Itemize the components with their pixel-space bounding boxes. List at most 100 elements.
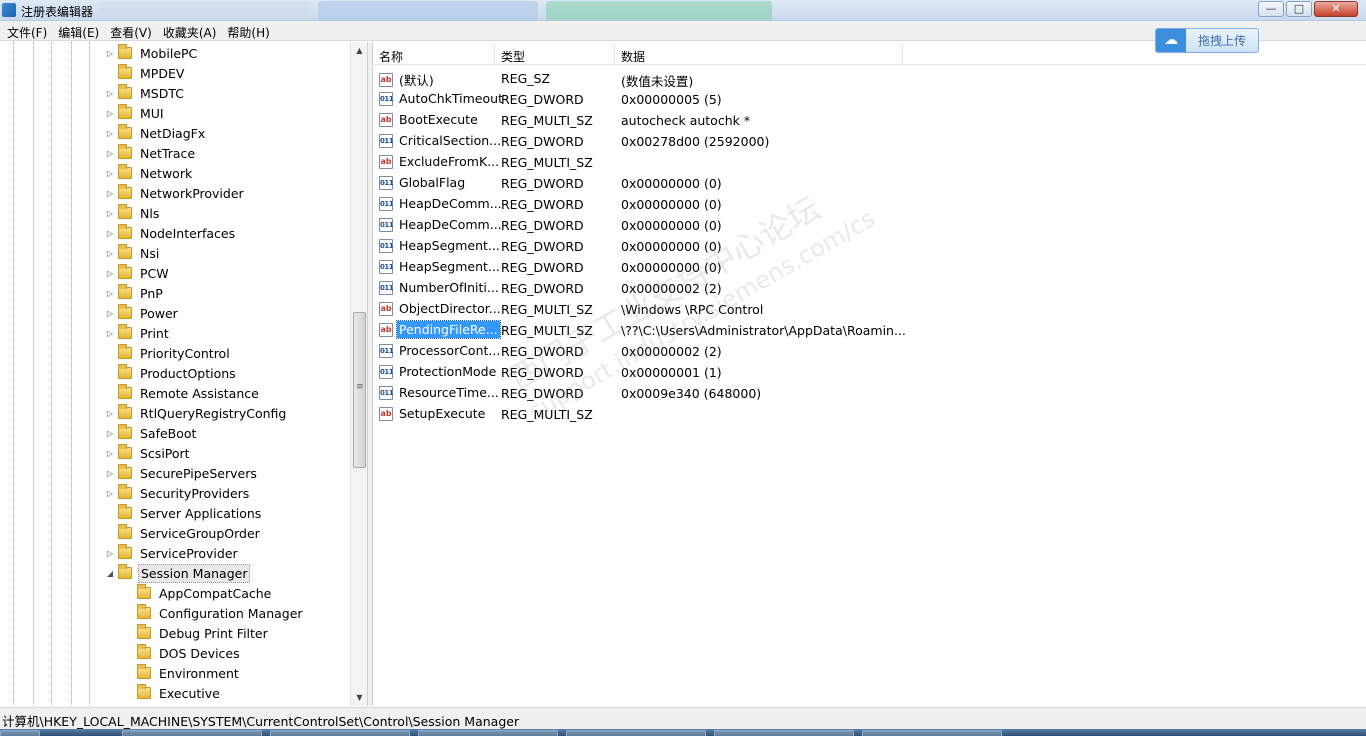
- value-row[interactable]: 011 CriticalSection... REG_DWORD 0x00278d00…: [373, 130, 1366, 151]
- tree-node[interactable]: ▷ PnP: [104, 283, 165, 303]
- tree-node-label: RtlQueryRegistryConfig: [140, 405, 287, 421]
- taskbar-item[interactable]: [418, 730, 558, 736]
- expand-arrow-icon[interactable]: ▷: [104, 489, 116, 498]
- menu-view[interactable]: 查看(V): [105, 21, 158, 40]
- taskbar-item[interactable]: [122, 730, 262, 736]
- start-button[interactable]: [0, 730, 40, 736]
- value-row[interactable]: 011 HeapSegment... REG_DWORD 0x00000000 (0): [373, 256, 1366, 277]
- expand-arrow-icon[interactable]: ▷: [104, 289, 116, 298]
- menu-file[interactable]: 文件(F): [2, 21, 53, 40]
- expand-arrow-icon[interactable]: ▷: [104, 249, 116, 258]
- value-name: CriticalSection...: [399, 133, 502, 148]
- drag-upload-button[interactable]: ☁ 拖拽上传: [1155, 28, 1259, 53]
- tree-node[interactable]: ◢ Session Manager: [104, 563, 251, 583]
- close-button[interactable]: ✕: [1314, 1, 1358, 17]
- tree-node[interactable]: Remote Assistance: [104, 383, 261, 403]
- tree-node[interactable]: Debug Print Filter: [123, 623, 270, 643]
- expand-arrow-icon[interactable]: ▷: [104, 229, 116, 238]
- tree-node[interactable]: ▷ RtlQueryRegistryConfig: [104, 403, 288, 423]
- column-type-header[interactable]: 类型: [495, 43, 615, 65]
- tree-node[interactable]: ▷ NetTrace: [104, 143, 197, 163]
- tree-node[interactable]: ▷ PCW: [104, 263, 171, 283]
- tree-node[interactable]: ▷ SafeBoot: [104, 423, 198, 443]
- tree-node[interactable]: ServiceGroupOrder: [104, 523, 262, 543]
- expand-arrow-icon[interactable]: ▷: [104, 429, 116, 438]
- maximize-button[interactable]: □: [1286, 1, 1312, 17]
- tree-node[interactable]: ▷ SecurePipeServers: [104, 463, 259, 483]
- value-row[interactable]: ab ExcludeFromK... REG_MULTI_SZ: [373, 151, 1366, 172]
- tree-node[interactable]: ProductOptions: [104, 363, 238, 383]
- expand-arrow-icon[interactable]: ▷: [104, 169, 116, 178]
- scroll-thumb[interactable]: ≡: [353, 312, 366, 468]
- value-row[interactable]: ab (默认) REG_SZ (数值未设置): [373, 67, 1366, 89]
- tree-node[interactable]: ▷ NodeInterfaces: [104, 223, 237, 243]
- tree-node[interactable]: ▷ Nls: [104, 203, 161, 223]
- collapse-arrow-icon[interactable]: ◢: [104, 569, 116, 578]
- minimize-icon: —: [1265, 2, 1277, 15]
- tree-node[interactable]: MPDEV: [104, 63, 186, 83]
- expand-arrow-icon[interactable]: ▷: [104, 269, 116, 278]
- tree-node[interactable]: Executive: [123, 683, 222, 703]
- tree-node[interactable]: ▷ Nsi: [104, 243, 161, 263]
- expand-arrow-icon[interactable]: ▷: [104, 549, 116, 558]
- tree-node[interactable]: Configuration Manager: [123, 603, 305, 623]
- tree-node[interactable]: ▷ ScsiPort: [104, 443, 192, 463]
- expand-arrow-icon[interactable]: ▷: [104, 149, 116, 158]
- value-data: autocheck autochk *: [621, 113, 751, 128]
- taskbar-item[interactable]: [566, 730, 706, 736]
- expand-arrow-icon[interactable]: ▷: [104, 49, 116, 58]
- menu-favorites[interactable]: 收藏夹(A): [158, 21, 223, 40]
- tree-node[interactable]: ▷ ServiceProvider: [104, 543, 240, 563]
- tree-node-label: AppCompatCache: [159, 585, 272, 601]
- expand-arrow-icon[interactable]: ▷: [104, 209, 116, 218]
- tree-node[interactable]: ▷ Power: [104, 303, 180, 323]
- value-row[interactable]: ab ObjectDirector... REG_MULTI_SZ \Windows …: [373, 298, 1366, 319]
- value-row[interactable]: 011 AutoChkTimeout REG_DWORD 0x00000005 (5): [373, 88, 1366, 109]
- folder-icon: [118, 244, 132, 259]
- value-name: BootExecute: [399, 112, 478, 127]
- value-row[interactable]: 011 HeapSegment... REG_DWORD 0x00000000 (0): [373, 235, 1366, 256]
- tree-node[interactable]: ▷ Network: [104, 163, 194, 183]
- tree-node[interactable]: ▷ NetDiagFx: [104, 123, 207, 143]
- registry-tree[interactable]: ▲ ≡ ▼ ▷ MobilePC MPDEV ▷ MSDTC ▷ MUI ▷ NetDiagFx…: [0, 42, 368, 706]
- taskbar-item[interactable]: [714, 730, 854, 736]
- value-row[interactable]: ab BootExecute REG_MULTI_SZ autocheck autoc…: [373, 109, 1366, 130]
- scroll-up-arrow-icon[interactable]: ▲: [351, 42, 367, 59]
- tree-node[interactable]: ▷ MSDTC: [104, 83, 186, 103]
- expand-arrow-icon[interactable]: ▷: [104, 409, 116, 418]
- tree-node[interactable]: ▷ MobilePC: [104, 43, 199, 63]
- tree-node[interactable]: Server Applications: [104, 503, 263, 523]
- tree-node[interactable]: ▷ NetworkProvider: [104, 183, 246, 203]
- value-row[interactable]: 011 NumberOfIniti... REG_DWORD 0x00000002 (…: [373, 277, 1366, 298]
- menu-help[interactable]: 帮助(H): [222, 21, 275, 40]
- tree-node[interactable]: AppCompatCache: [123, 583, 273, 603]
- column-data-header[interactable]: 数据: [615, 43, 903, 65]
- tree-node[interactable]: ▷ MUI: [104, 103, 166, 123]
- taskbar-item[interactable]: [862, 730, 1002, 736]
- value-row[interactable]: 011 GlobalFlag REG_DWORD 0x00000000 (0): [373, 172, 1366, 193]
- tree-scrollbar[interactable]: ▲ ≡ ▼: [350, 42, 367, 706]
- tree-node-label: Print: [140, 325, 169, 341]
- minimize-button[interactable]: —: [1258, 1, 1284, 17]
- expand-arrow-icon[interactable]: ▷: [104, 449, 116, 458]
- expand-arrow-icon[interactable]: ▷: [104, 109, 116, 118]
- folder-icon: [118, 164, 132, 179]
- tree-node[interactable]: ▷ SecurityProviders: [104, 483, 251, 503]
- expand-arrow-icon[interactable]: ▷: [104, 329, 116, 338]
- expand-arrow-icon[interactable]: ▷: [104, 189, 116, 198]
- menu-edit[interactable]: 编辑(E): [53, 21, 105, 40]
- expand-arrow-icon[interactable]: ▷: [104, 89, 116, 98]
- expand-arrow-icon[interactable]: ▷: [104, 309, 116, 318]
- value-row[interactable]: ab SetupExecute REG_MULTI_SZ: [373, 403, 1366, 424]
- tree-node[interactable]: PriorityControl: [104, 343, 232, 363]
- expand-arrow-icon[interactable]: ▷: [104, 469, 116, 478]
- expand-arrow-icon[interactable]: ▷: [104, 129, 116, 138]
- value-row[interactable]: ab PendingFileRe... REG_MULTI_SZ \??\C:\Use…: [373, 319, 1366, 340]
- tree-node[interactable]: DOS Devices: [123, 643, 242, 663]
- tree-node[interactable]: Environment: [123, 663, 241, 683]
- drag-upload-label: 拖拽上传: [1197, 34, 1246, 48]
- taskbar-item[interactable]: [270, 730, 410, 736]
- scroll-down-arrow-icon[interactable]: ▼: [351, 689, 367, 706]
- tree-node[interactable]: ▷ Print: [104, 323, 171, 343]
- column-name-header[interactable]: 名称: [373, 43, 495, 65]
